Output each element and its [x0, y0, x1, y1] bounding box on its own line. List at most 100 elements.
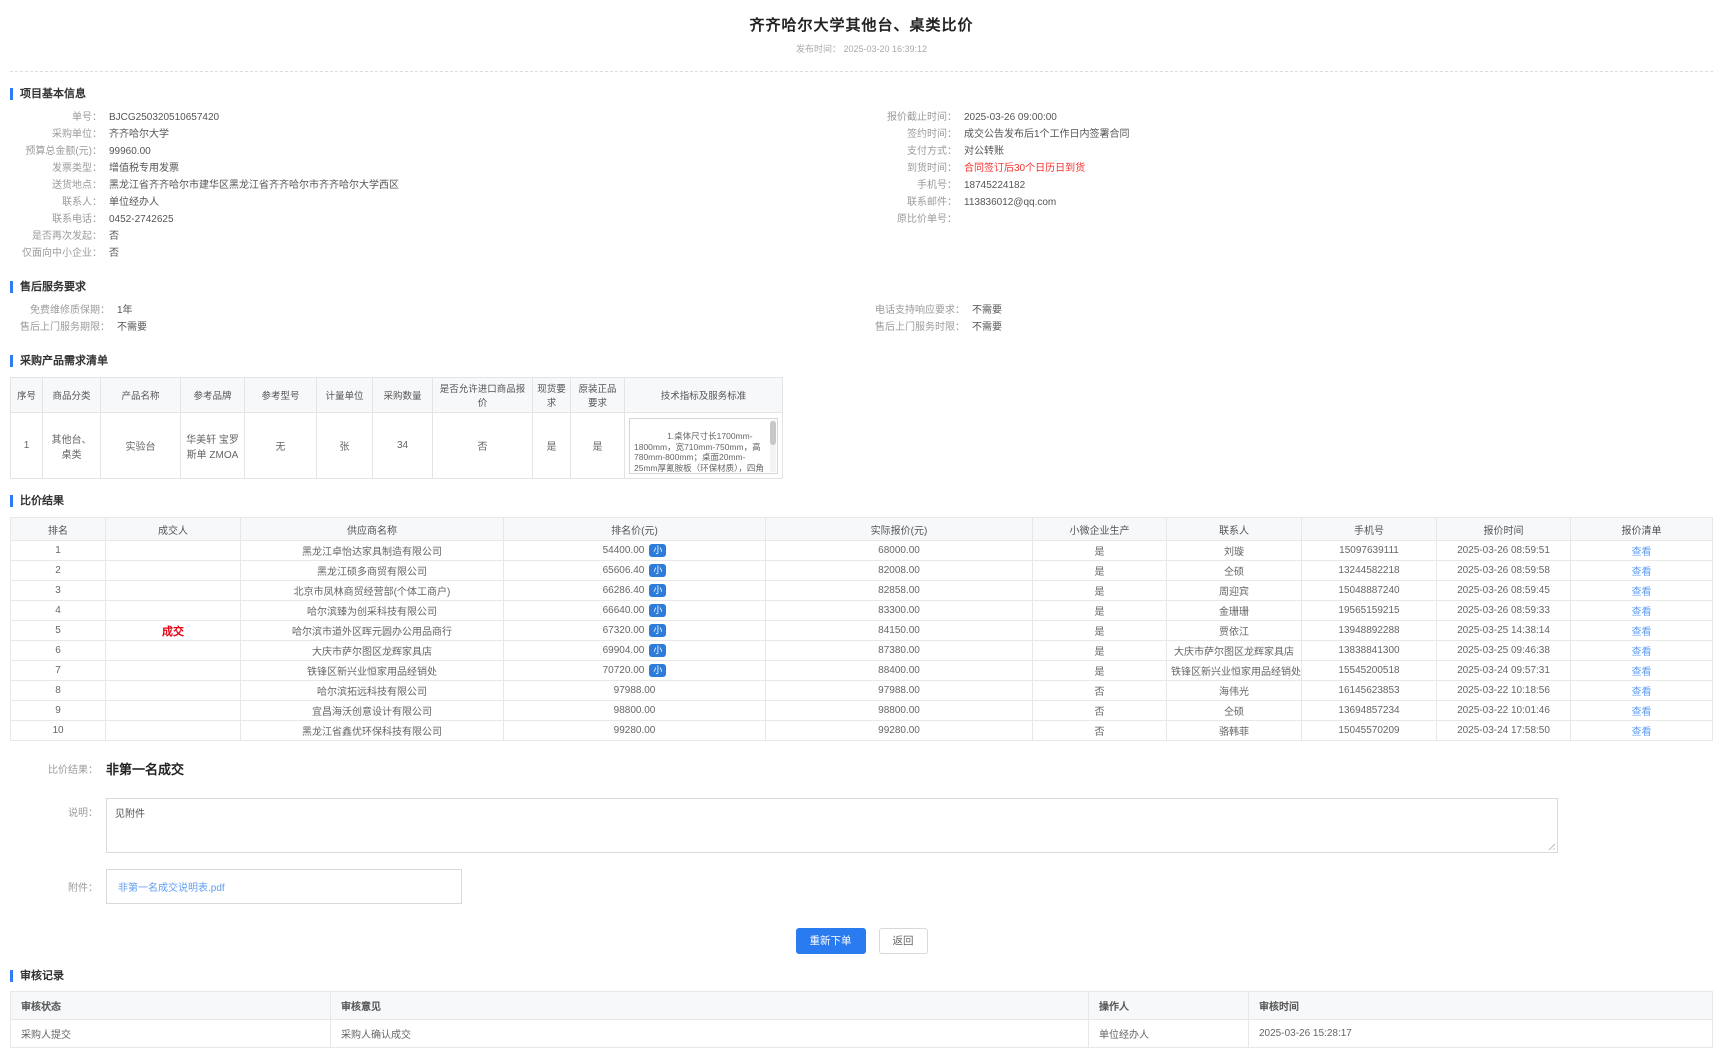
- resize-grip[interactable]: [1546, 841, 1555, 850]
- service-right-column: 电话支持响应要求：不需要 售后上门服务时限：不需要: [865, 305, 1713, 339]
- view-quote-link[interactable]: 查看: [1632, 547, 1652, 558]
- sme-flag-cell: 是: [1033, 621, 1167, 641]
- action-buttons: 重新下单 返回: [10, 928, 1713, 954]
- view-quote-link[interactable]: 查看: [1632, 707, 1652, 718]
- product-category: 其他台、桌类: [43, 413, 101, 479]
- view-quote-link[interactable]: 查看: [1632, 627, 1652, 638]
- winner-cell: [106, 701, 241, 721]
- product-model: 无: [245, 413, 317, 479]
- column-header: 操作人: [1089, 992, 1249, 1020]
- quote-time-cell: 2025-03-26 08:59:58: [1437, 561, 1571, 581]
- view-quote-link[interactable]: 查看: [1632, 687, 1652, 698]
- sme-flag-cell: 是: [1033, 641, 1167, 661]
- table-row: 6 大庆市萨尔图区龙辉家具店 69904.00小 87380.00 是 大庆市萨…: [11, 641, 1713, 661]
- contact-phone: 0452-2742625: [109, 214, 174, 226]
- contact-cell: 贾依江: [1167, 621, 1302, 641]
- column-header: 原装正品要求: [571, 378, 625, 413]
- quote-list-cell: 查看: [1571, 701, 1713, 721]
- actual-price-cell: 82008.00: [766, 561, 1033, 581]
- field-label: 售后上门服务期限：: [10, 322, 110, 334]
- product-quantity: 34: [373, 413, 433, 479]
- scrollbar-thumb[interactable]: [770, 421, 776, 445]
- section-title-audit: 审核记录: [10, 970, 1713, 982]
- onsite-service-timelimit: 不需要: [972, 322, 1002, 334]
- rank-price: 97988.00: [614, 685, 656, 696]
- product-tech-spec-cell: 1.桌体尺寸长1700mm-1800mm，宽710mm-750mm，高780mm…: [625, 413, 783, 479]
- view-quote-link[interactable]: 查看: [1632, 587, 1652, 598]
- supplier-cell: 哈尔滨臻为创采科技有限公司: [241, 601, 504, 621]
- sme-flag-cell: 否: [1033, 721, 1167, 741]
- view-quote-link[interactable]: 查看: [1632, 567, 1652, 578]
- supplier-cell: 北京市凤林商贸经营部(个体工商户): [241, 581, 504, 601]
- field-label: 发票类型：: [10, 163, 102, 175]
- supplier-cell: 黑龙江硕多商贸有限公司: [241, 561, 504, 581]
- rank-price-cell: 65606.40小: [504, 561, 766, 581]
- column-header: 采购数量: [373, 378, 433, 413]
- reorder-button[interactable]: 重新下单: [796, 928, 866, 954]
- basic-info-left-column: 单号：BJCG250320510657420 采购单位：齐齐哈尔大学 预算总金额…: [10, 112, 865, 265]
- contact-person: 单位经办人: [109, 197, 159, 209]
- supplier-cell: 哈尔滨拓远科技有限公司: [241, 681, 504, 701]
- section-basic-info: 项目基本信息 单号：BJCG250320510657420 采购单位：齐齐哈尔大…: [10, 88, 1713, 265]
- field-label: 联系邮件：: [865, 197, 957, 209]
- result-value: 非第一名成交: [106, 759, 184, 778]
- scrollbar-track[interactable]: [770, 420, 776, 472]
- rank-price-cell: 99280.00: [504, 721, 766, 741]
- rank-price-cell: 97988.00: [504, 681, 766, 701]
- tech-spec-text: 1.桌体尺寸长1700mm-1800mm，宽710mm-750mm，高780mm…: [634, 431, 764, 474]
- supplier-cell: 大庆市萨尔图区龙辉家具店: [241, 641, 504, 661]
- attachment-file-link[interactable]: 非第一名成交说明表.pdf: [118, 879, 225, 894]
- supplier-cell: 哈尔滨市道外区晖元圆办公用品商行: [241, 621, 504, 641]
- field-label: 联系人：: [10, 197, 102, 209]
- product-table-header-row: 序号 商品分类 产品名称 参考品牌 参考型号 计量单位 采购数量 是否允许进口商…: [11, 378, 783, 413]
- field-label: 签约时间：: [865, 129, 957, 141]
- rank-cell: 9: [11, 701, 106, 721]
- quote-time-cell: 2025-03-24 09:57:31: [1437, 661, 1571, 681]
- view-quote-link[interactable]: 查看: [1632, 727, 1652, 738]
- back-button[interactable]: 返回: [879, 928, 928, 954]
- rank-price: 54400.00: [603, 545, 645, 556]
- sme-flag-cell: 否: [1033, 681, 1167, 701]
- rank-cell: 5: [11, 621, 106, 641]
- winner-cell: [106, 581, 241, 601]
- small-enterprise-badge: 小: [649, 544, 666, 557]
- publish-time: 发布时间： 2025-03-20 16:39:12: [10, 42, 1713, 55]
- column-header: 技术指标及服务标准: [625, 378, 783, 413]
- rank-price-cell: 66286.40 小: [504, 581, 766, 601]
- quote-time-cell: 2025-03-24 17:58:50: [1437, 721, 1571, 741]
- section-title-service: 售后服务要求: [10, 281, 1713, 293]
- small-enterprise-badge: 小: [649, 584, 666, 597]
- relaunch-flag: 否: [109, 231, 119, 243]
- note-textarea[interactable]: 见附件: [106, 798, 1558, 853]
- rank-price: 65606.40: [603, 565, 645, 576]
- view-quote-link[interactable]: 查看: [1632, 607, 1652, 618]
- tech-spec-scrollbox[interactable]: 1.桌体尺寸长1700mm-1800mm，宽710mm-750mm，高780mm…: [629, 418, 778, 474]
- table-row: 采购人提交 采购人确认成交 单位经办人 2025-03-26 15:28:17: [11, 1020, 1713, 1048]
- product-instock-required: 是: [533, 413, 571, 479]
- quote-time-cell: 2025-03-26 08:59:45: [1437, 581, 1571, 601]
- table-row: 10 黑龙江省鑫优环保科技有限公司 99280.00 99280.00 否 骆韩…: [11, 721, 1713, 741]
- contact-email: 113836012@qq.com: [964, 197, 1056, 209]
- quote-time-cell: 2025-03-25 14:38:14: [1437, 621, 1571, 641]
- field-label: 支付方式：: [865, 146, 957, 158]
- rank-cell: 10: [11, 721, 106, 741]
- column-header: 排名: [11, 518, 106, 541]
- quote-time-cell: 2025-03-25 09:46:38: [1437, 641, 1571, 661]
- view-quote-link[interactable]: 查看: [1632, 647, 1652, 658]
- product-table-row: 1 其他台、桌类 实验台 华美轩 宝罗斯单 ZMOA 无 张 34 否 是 是 …: [11, 413, 783, 479]
- small-enterprise-badge: 小: [649, 664, 666, 677]
- result-label: 比价结果：: [10, 761, 98, 776]
- field-label: 预算总金额(元)：: [10, 146, 102, 158]
- sme-flag-cell: 是: [1033, 661, 1167, 681]
- rank-price: 66286.40: [603, 585, 645, 596]
- field-label: 仅面向中小企业：: [10, 248, 102, 260]
- phone-support-requirement: 不需要: [972, 305, 1002, 317]
- sme-flag-cell: 是: [1033, 541, 1167, 561]
- rank-price: 99280.00: [614, 725, 656, 736]
- actual-price-cell: 82858.00: [766, 581, 1033, 601]
- actual-price-cell: 97988.00: [766, 681, 1033, 701]
- column-header: 审核意见: [331, 992, 1089, 1020]
- view-quote-link[interactable]: 查看: [1632, 667, 1652, 678]
- delivery-address: 黑龙江省齐齐哈尔市建华区黑龙江省齐齐哈尔市齐齐哈尔大学西区: [109, 180, 399, 192]
- column-header: 参考品牌: [181, 378, 245, 413]
